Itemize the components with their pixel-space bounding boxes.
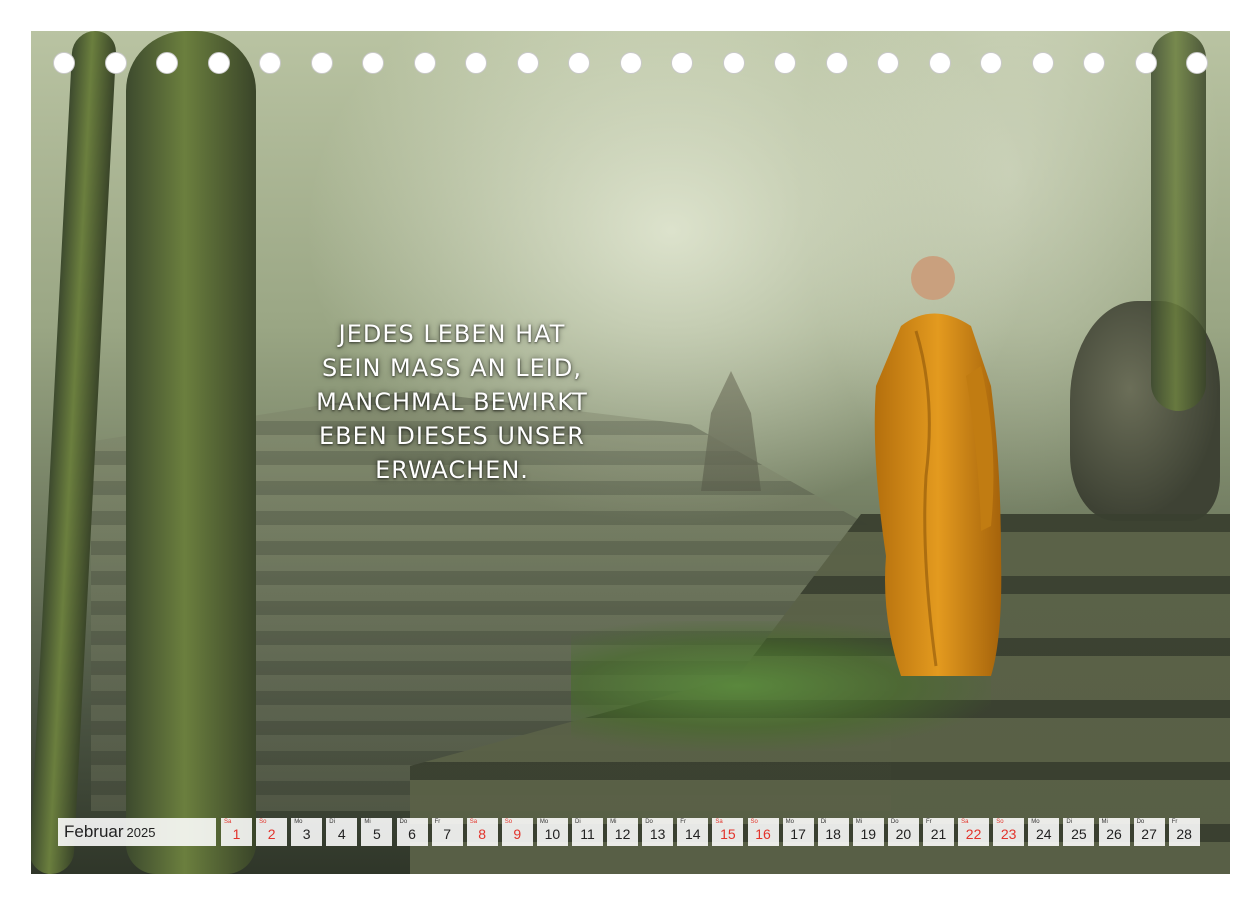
binding-hole	[825, 52, 848, 74]
day-cell: Sa 8	[466, 818, 498, 846]
day-cell: Fr 7	[431, 818, 463, 846]
monk-figure	[874, 256, 1002, 676]
day-cell: Mi 19	[852, 818, 884, 846]
month-year: 2025	[126, 825, 156, 840]
day-number: 22	[965, 826, 982, 842]
binding-hole	[1031, 52, 1054, 74]
day-number: 15	[720, 826, 736, 842]
binding-hole	[156, 52, 178, 74]
binding-hole	[619, 52, 642, 74]
binding-hole	[310, 52, 333, 74]
day-number: 24	[1036, 826, 1052, 842]
day-number: 21	[930, 826, 947, 842]
binding-hole	[362, 52, 384, 74]
day-number: 19	[860, 826, 877, 842]
day-cell: So 23	[993, 818, 1025, 846]
quote-line: SEIN MASS AN LEID,	[321, 354, 582, 382]
day-number: 14	[685, 826, 701, 842]
day-number: 5	[372, 826, 381, 842]
day-cell: Do 13	[642, 818, 674, 846]
month-label: Februar 2025	[58, 818, 216, 846]
day-number: 23	[1000, 826, 1017, 842]
day-number: 2	[267, 826, 276, 842]
day-number: 4	[337, 826, 346, 842]
binding-hole	[1186, 52, 1208, 74]
day-number: 11	[580, 826, 595, 842]
month-name: Februar	[64, 822, 124, 841]
day-cell: Di 4	[326, 818, 358, 846]
binding-hole	[928, 52, 951, 74]
day-number: 18	[825, 826, 841, 842]
quote-line: ERWACHEN.	[375, 456, 529, 484]
day-cell: Do 27	[1133, 818, 1165, 846]
day-cell: Sa 22	[958, 818, 990, 846]
binding-hole	[259, 52, 281, 74]
binding-hole	[568, 52, 590, 74]
binding-holes	[31, 52, 1230, 80]
day-number: 9	[513, 826, 522, 842]
binding-hole	[774, 52, 796, 74]
day-cell: Mo 17	[782, 818, 814, 846]
day-cell: Di 11	[572, 818, 603, 846]
day-cell: Mi 26	[1098, 818, 1130, 846]
day-cell: Sa 1	[221, 818, 252, 846]
day-number: 28	[1176, 826, 1192, 842]
day-cell: So 9	[501, 818, 533, 846]
day-cell: Di 18	[817, 818, 849, 846]
day-cell: Mo 24	[1028, 818, 1060, 846]
binding-hole	[413, 52, 436, 74]
day-number: 10	[544, 826, 561, 842]
day-cell: So 2	[256, 818, 288, 846]
day-number: 27	[1141, 826, 1157, 842]
day-cell: Fr 21	[923, 818, 954, 846]
calendar-strip: Februar 2025 Sa 1 So 2 Mo 3 Di 4 Mi 5 Do 6 Fr 7 Sa 8 So 9 M…	[58, 818, 1201, 846]
binding-hole	[877, 52, 899, 74]
day-number: 17	[790, 826, 806, 842]
tree-trunk-mossy	[126, 31, 256, 874]
day-cell: Sa 15	[712, 818, 744, 846]
binding-hole	[104, 52, 127, 74]
day-cell: Mo 3	[291, 818, 323, 846]
day-number: 1	[232, 826, 241, 842]
day-cell: Fr 14	[677, 818, 709, 846]
day-number: 8	[478, 826, 487, 842]
day-cell: Do 20	[887, 818, 919, 846]
binding-hole	[53, 52, 75, 74]
day-number: 7	[443, 826, 451, 842]
day-cell: Di 25	[1063, 818, 1095, 846]
monk-head	[911, 256, 955, 300]
quote-line: JEDES LEBEN HAT	[338, 320, 566, 348]
day-cell: Fr 28	[1168, 818, 1200, 846]
day-cell: Mi 12	[607, 818, 639, 846]
calendar-page: JEDES LEBEN HAT SEIN MASS AN LEID, MANCH…	[31, 31, 1230, 874]
binding-hole	[516, 52, 539, 74]
binding-hole	[980, 52, 1002, 74]
day-number: 25	[1071, 826, 1087, 842]
binding-hole	[207, 52, 230, 74]
day-cell: Mi 5	[361, 818, 393, 846]
day-number: 26	[1106, 826, 1122, 842]
day-number: 12	[614, 826, 631, 842]
day-cell: So 16	[747, 818, 779, 846]
day-number: 13	[649, 826, 666, 842]
binding-hole	[671, 52, 693, 74]
binding-hole	[465, 52, 487, 74]
binding-hole	[722, 52, 745, 74]
quote-line: MANCHMAL BEWIRKT	[316, 388, 588, 416]
quote-text: JEDES LEBEN HAT SEIN MASS AN LEID, MANCH…	[259, 317, 645, 487]
quote-line: EBEN DIESES UNSER	[319, 422, 585, 450]
binding-hole	[1083, 52, 1105, 74]
day-cell: Do 6	[396, 818, 428, 846]
day-number: 3	[302, 826, 311, 842]
day-cell: Mo 10	[536, 818, 568, 846]
tree-trunk-right	[1151, 31, 1206, 411]
day-number: 6	[408, 826, 416, 842]
day-number: 20	[895, 826, 912, 842]
day-number: 16	[755, 826, 771, 842]
binding-hole	[1134, 52, 1157, 74]
